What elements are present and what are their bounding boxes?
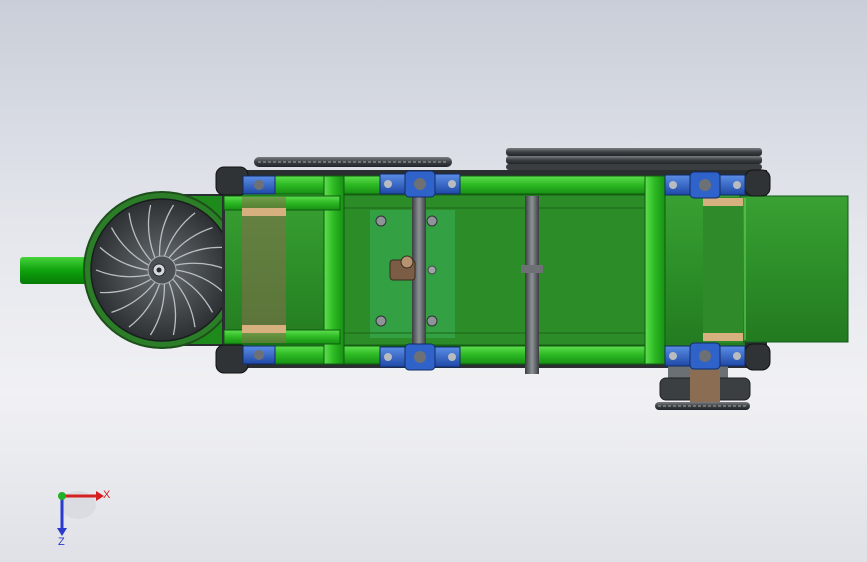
discharge-chute — [739, 195, 849, 343]
cad-model-viewport[interactable]: X Z — [0, 0, 867, 562]
axis-z-label: Z — [58, 536, 65, 548]
drive-roller-left — [242, 197, 286, 343]
axis-x-label: X — [103, 489, 111, 501]
drive-roller-right — [703, 197, 743, 343]
belt-drive-top-right — [506, 148, 762, 170]
chain-drive-top-left — [254, 157, 452, 167]
fan-wheel — [83, 191, 241, 349]
gear-assembly-bottom — [655, 365, 751, 410]
inlet-pipe — [20, 257, 90, 284]
axis-triad-icon: X Z — [57, 489, 111, 548]
